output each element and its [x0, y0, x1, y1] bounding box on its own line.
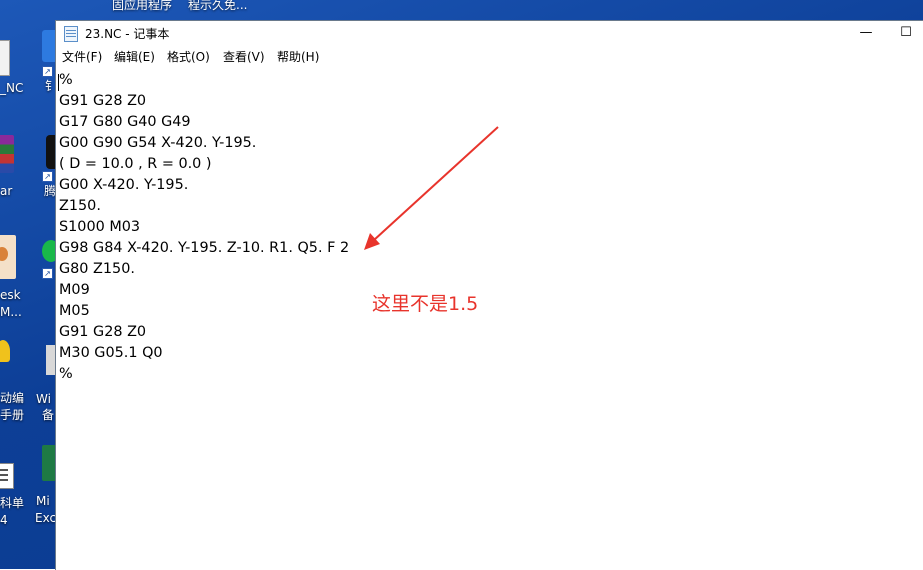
- lightbulb-icon: [0, 340, 10, 362]
- desktop-icon-label: Exc: [35, 511, 57, 525]
- desktop-icon-col2-4[interactable]: Wi 备: [36, 345, 56, 425]
- notepad-window[interactable]: 23.NC - 记事本 — ☐ 文件(F) 编辑(E) 格式(O) 查看(V) …: [55, 20, 923, 570]
- desktop-icon-list[interactable]: 科单 4: [0, 463, 24, 533]
- desktop-icon-label: Wi: [36, 392, 51, 406]
- taskbar-top-label: 固应用程序: [112, 0, 173, 12]
- desktop-icon-label: 4: [0, 513, 8, 527]
- file-icon: [0, 40, 10, 76]
- desktop-icon-label: esk: [0, 288, 21, 302]
- desktop-icon-col2-1[interactable]: ↗ 钅: [40, 30, 60, 100]
- desktop-icon-label: ar: [0, 184, 13, 198]
- desktop-icon-excel[interactable]: Mi Exc: [35, 445, 58, 525]
- desktop-icon-label: 动编: [0, 391, 25, 405]
- document-icon: [0, 463, 14, 489]
- shortcut-arrow-icon: ↗: [42, 171, 53, 182]
- desktop-icon-label: M...: [0, 305, 22, 319]
- app-icon: [0, 235, 16, 279]
- taskbar-top-label: 程示久免...: [188, 0, 248, 12]
- desktop-icon-col2-3[interactable]: ↗: [40, 240, 60, 290]
- desktop-icon-label: 手册: [0, 408, 25, 422]
- desktop-icon-label: _NC: [0, 81, 24, 95]
- desktop-icon-label: 科单: [0, 496, 25, 510]
- arrow-shaft: [373, 126, 499, 241]
- desktop-icon-nc[interactable]: _NC: [0, 40, 23, 95]
- desktop-icon-label: 备: [42, 408, 55, 422]
- winrar-icon: [0, 135, 14, 173]
- desktop-icon-autodesk[interactable]: esk M...: [0, 235, 22, 325]
- desktop-icon-label: Mi: [36, 494, 50, 508]
- shortcut-arrow-icon: ↗: [42, 268, 53, 279]
- desktop-icon-manual[interactable]: 动编 手册: [0, 340, 24, 430]
- shortcut-arrow-icon: ↗: [42, 66, 53, 77]
- desktop-icon-winrar[interactable]: ar: [0, 135, 20, 198]
- desktop-icon-col2-2[interactable]: ↗ 腾: [40, 135, 60, 205]
- annotation-text: 这里不是1.5: [372, 293, 479, 315]
- annotation-arrow: [364, 126, 499, 250]
